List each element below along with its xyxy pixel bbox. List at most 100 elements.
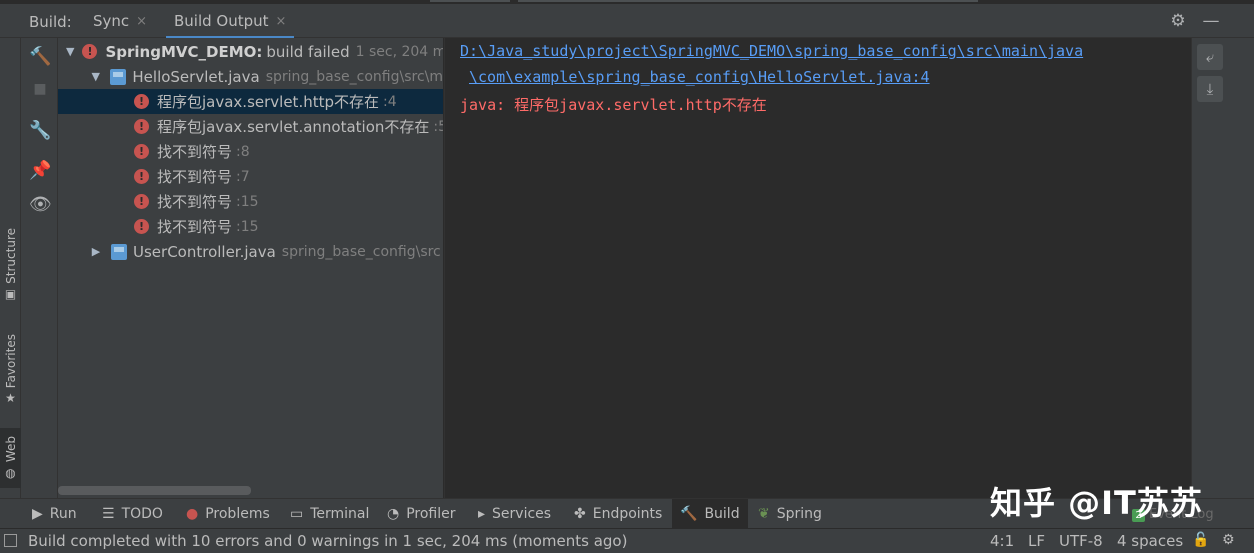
- tab-label: Terminal: [310, 506, 370, 522]
- error-text: 找不到符号: [157, 218, 233, 236]
- profiler-tab[interactable]: ◔ Profiler: [379, 499, 464, 529]
- top-segment: [430, 0, 510, 2]
- tab-label: Problems: [205, 506, 270, 522]
- favorites-label: Favorites: [3, 334, 18, 389]
- todo-icon: ☰: [102, 506, 115, 522]
- build-label: Build:: [29, 13, 72, 31]
- error-item[interactable]: ! 找不到符号 :15: [58, 214, 443, 239]
- error-item[interactable]: ! 找不到符号 :15: [58, 189, 443, 214]
- tab-label: Spring: [776, 506, 822, 522]
- horizontal-scrollbar[interactable]: [58, 486, 251, 495]
- structure-label: Structure: [3, 228, 18, 284]
- endpoints-tab[interactable]: ✤ Endpoints: [566, 499, 670, 529]
- line-ending[interactable]: LF: [1028, 532, 1045, 550]
- web-label: Web: [3, 436, 18, 463]
- chevron-down-icon[interactable]: ▼: [89, 70, 102, 83]
- status-bar: Build completed with 10 errors and 0 war…: [0, 528, 1254, 553]
- run-icon: ▶: [32, 506, 43, 522]
- tab-label: Profiler: [406, 506, 456, 522]
- error-line: :8: [236, 143, 250, 160]
- run-tab[interactable]: ▶ Run: [24, 499, 85, 529]
- close-icon[interactable]: ×: [276, 14, 287, 29]
- gear-icon[interactable]: ⚙: [1169, 12, 1187, 30]
- favorites-tool-button[interactable]: Favorites ★: [0, 334, 21, 405]
- pin-icon[interactable]: 📌: [29, 160, 51, 182]
- file-encoding[interactable]: UTF-8: [1059, 532, 1103, 550]
- wrench-icon[interactable]: 🔧: [29, 120, 51, 142]
- build-time: 1 sec, 204 ms: [355, 43, 443, 60]
- top-segment: [518, 0, 978, 2]
- error-line: :5: [433, 118, 443, 135]
- build-header: Build: Sync × Build Output × ⚙ —: [0, 4, 1254, 39]
- web-tool-button[interactable]: Web ◍: [0, 428, 21, 488]
- profiler-icon: ◔: [387, 506, 400, 522]
- file-name: UserController.java: [133, 242, 276, 261]
- left-tool-stripe: Structure ▣ Favorites ★ Web ◍: [0, 38, 21, 498]
- error-icon: !: [134, 119, 149, 134]
- stop-icon[interactable]: ■: [29, 78, 51, 100]
- tree-file[interactable]: ▼ HelloServlet.java spring_base_config\s…: [58, 64, 443, 89]
- star-icon: ★: [5, 391, 16, 406]
- error-icon: !: [134, 144, 149, 159]
- tab-label: Build Output: [174, 12, 269, 30]
- file-link[interactable]: D:\Java_study\project\SpringMVC_DEMO\spr…: [460, 42, 1083, 60]
- tab-label: Endpoints: [592, 506, 663, 522]
- tab-sync[interactable]: Sync ×: [93, 4, 147, 38]
- panel-toggle-icon[interactable]: [4, 534, 17, 547]
- error-text: 找不到符号: [157, 193, 233, 211]
- spring-tab[interactable]: ❦ Spring: [750, 499, 830, 529]
- error-line: :15: [236, 218, 259, 235]
- java-file-icon: [110, 68, 127, 85]
- services-icon: ▸: [478, 506, 486, 522]
- output-console: D:\Java_study\project\SpringMVC_DEMO\spr…: [444, 38, 1191, 498]
- structure-tool-button[interactable]: Structure ▣: [0, 228, 21, 301]
- terminal-tab[interactable]: ▭ Terminal: [282, 499, 377, 529]
- error-icon: !: [82, 44, 98, 59]
- build-status: build failed: [266, 42, 350, 61]
- status-message: Build completed with 10 errors and 0 war…: [28, 532, 628, 550]
- indent-setting[interactable]: 4 spaces: [1117, 532, 1183, 550]
- services-tab[interactable]: ▸ Services: [470, 499, 559, 529]
- soft-wrap-icon[interactable]: ⤶: [1197, 44, 1223, 70]
- tab-label: Run: [49, 506, 77, 522]
- minimize-icon[interactable]: —: [1202, 12, 1220, 30]
- error-line: :7: [236, 168, 250, 185]
- structure-icon: ▣: [4, 286, 17, 301]
- hammer-icon: 🔨: [680, 506, 698, 522]
- problems-tab[interactable]: ● Problems: [178, 499, 278, 529]
- error-line: :15: [236, 193, 259, 210]
- close-icon[interactable]: ×: [136, 14, 147, 29]
- error-text: 找不到符号: [157, 168, 233, 186]
- tree-root[interactable]: ▼ ! SpringMVC_DEMO: build failed 1 sec, …: [58, 39, 443, 64]
- build-tree: ▼ ! SpringMVC_DEMO: build failed 1 sec, …: [58, 38, 443, 498]
- inspector-icon[interactable]: ⚙: [1222, 532, 1235, 548]
- hammer-icon[interactable]: 🔨: [29, 46, 51, 68]
- error-icon: !: [134, 194, 149, 209]
- todo-tab[interactable]: ☰ TODO: [94, 499, 171, 529]
- build-toolbar: 🔨 ■ 🔧 📌 👁: [21, 38, 58, 498]
- file-link-continuation[interactable]: \com\example\spring_base_config\HelloSer…: [469, 68, 930, 86]
- tab-label: Build: [704, 506, 740, 522]
- project-name: SpringMVC_DEMO:: [105, 42, 263, 61]
- watermark: 知乎 @IT苏苏: [990, 484, 1203, 522]
- error-item[interactable]: ! 找不到符号 :8: [58, 139, 443, 164]
- error-item[interactable]: ! 程序包javax.servlet.annotation不存在 :5: [58, 114, 443, 139]
- chevron-right-icon[interactable]: ▶: [89, 245, 103, 258]
- error-text: 找不到符号: [157, 143, 233, 161]
- lock-icon[interactable]: 🔓: [1192, 532, 1209, 548]
- caret-position[interactable]: 4:1: [990, 532, 1014, 550]
- error-text: 程序包javax.servlet.annotation不存在: [157, 118, 430, 136]
- error-icon: !: [134, 219, 149, 234]
- error-item[interactable]: ! 程序包javax.servlet.http不存在 :4: [58, 89, 443, 114]
- tab-build-output[interactable]: Build Output ×: [165, 4, 295, 39]
- build-tab[interactable]: 🔨 Build: [672, 499, 748, 529]
- eye-icon[interactable]: 👁: [29, 194, 52, 216]
- tree-file[interactable]: ▶ UserController.java spring_base_config…: [58, 239, 443, 264]
- error-item[interactable]: ! 找不到符号 :7: [58, 164, 443, 189]
- chevron-down-icon[interactable]: ▼: [66, 45, 74, 58]
- tab-label: TODO: [121, 506, 163, 522]
- error-icon: !: [134, 94, 149, 109]
- file-path: spring_base_config\src\m: [265, 68, 443, 85]
- scroll-to-end-icon[interactable]: ⤓: [1197, 76, 1223, 102]
- error-message: java: 程序包javax.servlet.http不存在: [460, 96, 767, 114]
